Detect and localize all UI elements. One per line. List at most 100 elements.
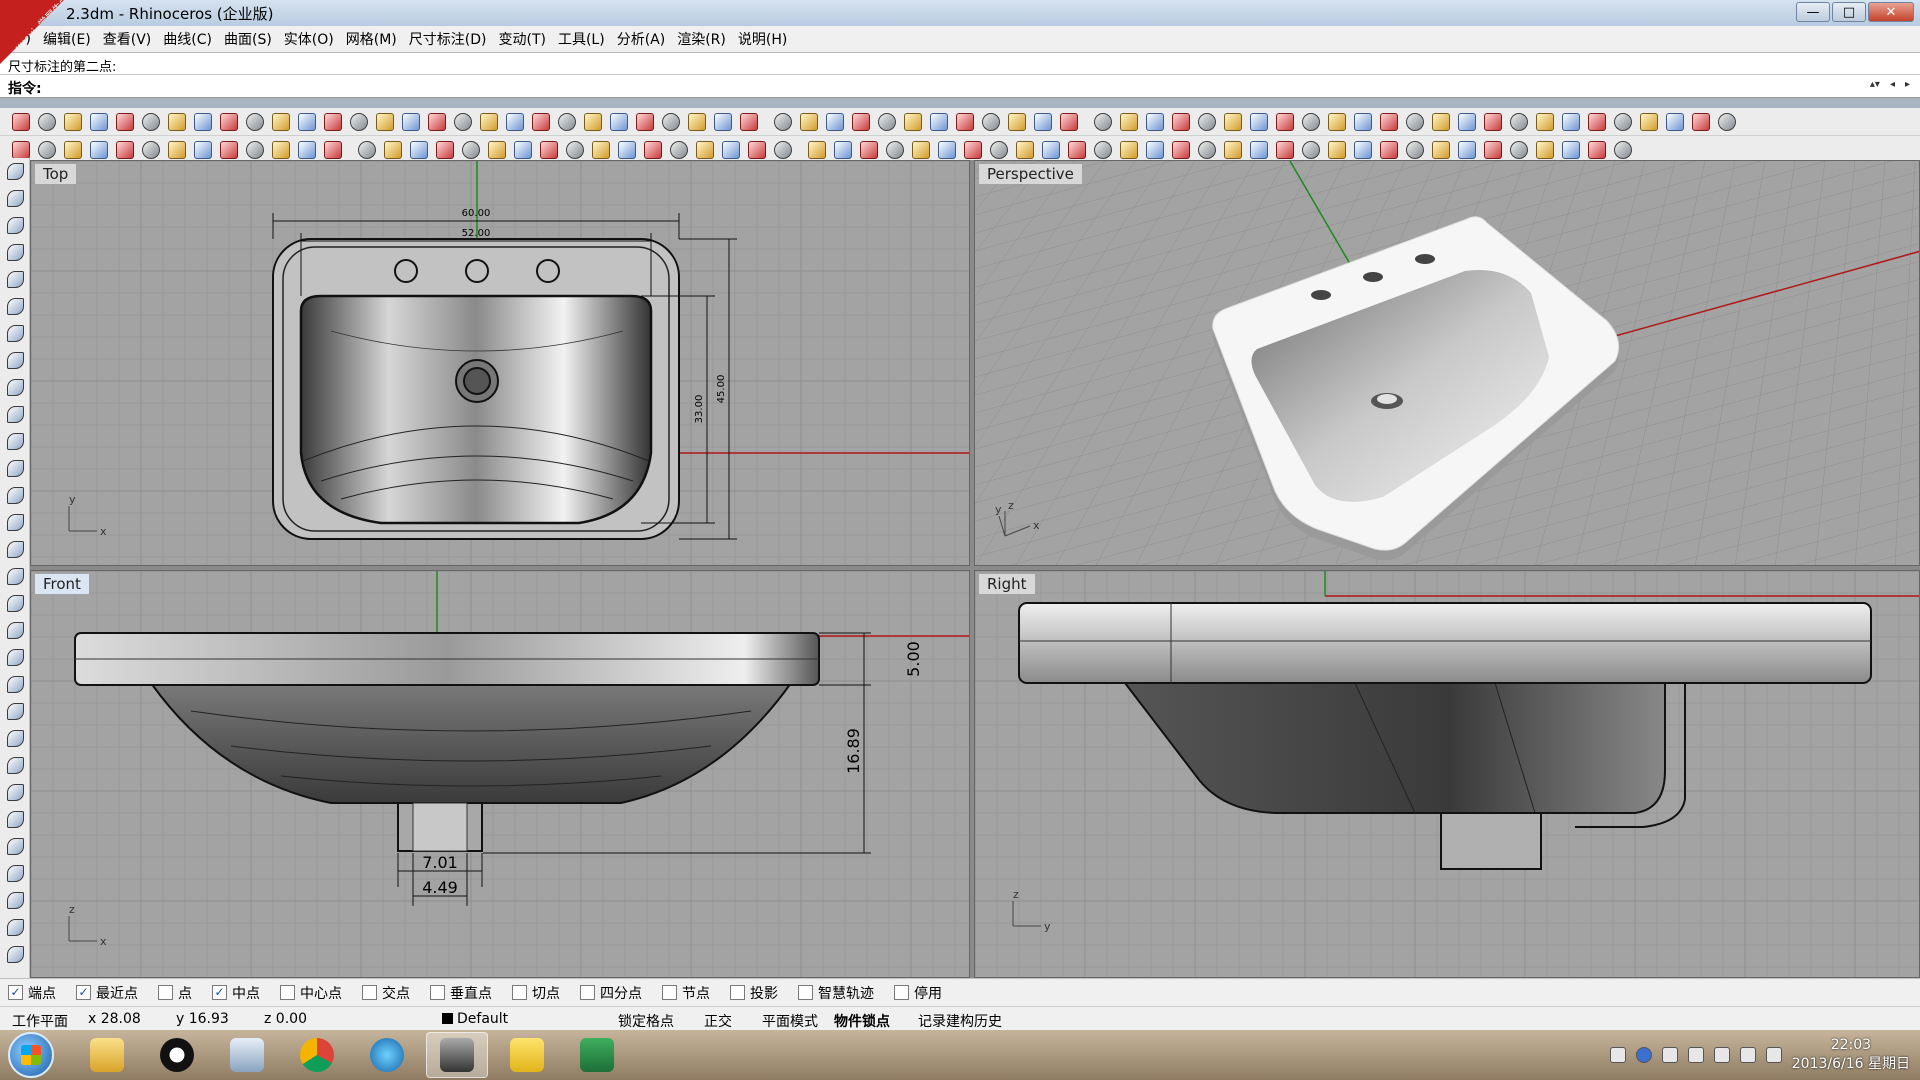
standard-tool-38-icon[interactable] xyxy=(978,110,1004,134)
menu-curve[interactable]: 曲线(C) xyxy=(157,29,218,49)
standard-tool-39-icon[interactable] xyxy=(1004,110,1030,134)
standard-tool-11-icon[interactable] xyxy=(268,110,294,134)
main-tool-47-icon[interactable] xyxy=(1220,138,1246,162)
checkbox-box[interactable] xyxy=(280,985,295,1000)
standard-tool-37-icon[interactable] xyxy=(952,110,978,134)
curve-tool-30-icon[interactable] xyxy=(0,941,30,968)
main-tool-5-icon[interactable] xyxy=(112,138,138,162)
standard-tool-10-icon[interactable] xyxy=(242,110,268,134)
main-tool-57-icon[interactable] xyxy=(1480,138,1506,162)
checkbox-box[interactable] xyxy=(662,985,677,1000)
keyboard-icon[interactable] xyxy=(1609,1047,1626,1063)
osnap-6-checkbox[interactable]: 交点 xyxy=(362,983,410,1003)
main-tool-45-icon[interactable] xyxy=(1168,138,1194,162)
menu-tools[interactable]: 工具(L) xyxy=(552,29,611,49)
curve-tool-1-icon[interactable] xyxy=(0,158,30,185)
main-tool-30-icon[interactable] xyxy=(770,138,796,162)
curve-tool-20-icon[interactable] xyxy=(0,671,30,698)
close-button[interactable]: ✕ xyxy=(1868,2,1914,22)
main-tool-13-icon[interactable] xyxy=(320,138,346,162)
checkbox-box[interactable] xyxy=(580,985,595,1000)
standard-tool-12-icon[interactable] xyxy=(294,110,320,134)
standard-tool-44-icon[interactable] xyxy=(1142,110,1168,134)
main-tool-2-icon[interactable] xyxy=(34,138,60,162)
menu-render[interactable]: 渲染(R) xyxy=(671,29,732,49)
standard-tool-35-icon[interactable] xyxy=(900,110,926,134)
main-tool-48-icon[interactable] xyxy=(1246,138,1272,162)
curve-tool-18-icon[interactable] xyxy=(0,617,30,644)
taskbar-excel[interactable] xyxy=(566,1032,628,1078)
standard-tool-13-icon[interactable] xyxy=(320,110,346,134)
main-tool-6-icon[interactable] xyxy=(138,138,164,162)
curve-tool-24-icon[interactable] xyxy=(0,779,30,806)
osnap-4-checkbox[interactable]: 中点 xyxy=(212,983,260,1003)
standard-tool-52-icon[interactable] xyxy=(1350,110,1376,134)
main-tool-11-icon[interactable] xyxy=(268,138,294,162)
taskbar-calculator[interactable] xyxy=(216,1032,278,1078)
command-line[interactable]: 指令: ▴▾ ◂ ▸ xyxy=(0,74,1920,98)
curve-tool-29-icon[interactable] xyxy=(0,914,30,941)
standard-tool-17-icon[interactable] xyxy=(424,110,450,134)
standard-tool-20-icon[interactable] xyxy=(502,110,528,134)
main-tool-20-icon[interactable] xyxy=(510,138,536,162)
standard-tool-49-icon[interactable] xyxy=(1272,110,1298,134)
curve-tool-11-icon[interactable] xyxy=(0,428,30,455)
osnap-toggle[interactable]: 物件锁点 xyxy=(834,1011,890,1031)
main-tool-14-icon[interactable] xyxy=(354,138,380,162)
osnap-9-checkbox[interactable]: 四分点 xyxy=(580,983,642,1003)
main-tool-18-icon[interactable] xyxy=(458,138,484,162)
main-tool-19-icon[interactable] xyxy=(484,138,510,162)
main-tool-16-icon[interactable] xyxy=(406,138,432,162)
standard-tool-60-icon[interactable] xyxy=(1558,110,1584,134)
standard-tool-2-icon[interactable] xyxy=(34,110,60,134)
standard-tool-48-icon[interactable] xyxy=(1246,110,1272,134)
viewport-title-right[interactable]: Right xyxy=(979,574,1035,594)
menu-surface[interactable]: 曲面(S) xyxy=(218,29,278,49)
osnap-11-checkbox[interactable]: 投影 xyxy=(730,983,778,1003)
help-icon[interactable] xyxy=(1635,1047,1652,1063)
standard-tool-6-icon[interactable] xyxy=(138,110,164,134)
main-tool-28-icon[interactable] xyxy=(718,138,744,162)
standard-tool-19-icon[interactable] xyxy=(476,110,502,134)
main-tool-53-icon[interactable] xyxy=(1376,138,1402,162)
volume-icon[interactable] xyxy=(1765,1047,1782,1063)
curve-tool-15-icon[interactable] xyxy=(0,536,30,563)
main-tool-50-icon[interactable] xyxy=(1298,138,1324,162)
main-tool-23-icon[interactable] xyxy=(588,138,614,162)
taskbar-ie[interactable] xyxy=(356,1032,418,1078)
standard-tool-7-icon[interactable] xyxy=(164,110,190,134)
curve-tool-26-icon[interactable] xyxy=(0,833,30,860)
checkbox-box[interactable] xyxy=(76,985,91,1000)
main-tool-12-icon[interactable] xyxy=(294,138,320,162)
standard-tool-32-icon[interactable] xyxy=(822,110,848,134)
osnap-2-checkbox[interactable]: 最近点 xyxy=(76,983,138,1003)
curve-tool-21-icon[interactable] xyxy=(0,698,30,725)
curve-tool-17-icon[interactable] xyxy=(0,590,30,617)
main-tool-46-icon[interactable] xyxy=(1194,138,1220,162)
checkbox-box[interactable] xyxy=(894,985,909,1000)
main-tool-4-icon[interactable] xyxy=(86,138,112,162)
main-tool-41-icon[interactable] xyxy=(1064,138,1090,162)
standard-tool-21-icon[interactable] xyxy=(528,110,554,134)
main-tool-27-icon[interactable] xyxy=(692,138,718,162)
taskbar-notes[interactable] xyxy=(496,1032,558,1078)
standard-tool-62-icon[interactable] xyxy=(1610,110,1636,134)
standard-tool-8-icon[interactable] xyxy=(190,110,216,134)
main-tool-35-icon[interactable] xyxy=(908,138,934,162)
tray-arrow-icon[interactable] xyxy=(1661,1047,1678,1063)
viewport-title-top[interactable]: Top xyxy=(35,164,77,184)
osnap-8-checkbox[interactable]: 切点 xyxy=(512,983,560,1003)
curve-tool-3-icon[interactable] xyxy=(0,212,30,239)
standard-tool-5-icon[interactable] xyxy=(112,110,138,134)
viewport-right[interactable]: Right z y xyxy=(974,570,1920,978)
checkbox-box[interactable] xyxy=(212,985,227,1000)
standard-tool-58-icon[interactable] xyxy=(1506,110,1532,134)
standard-tool-4-icon[interactable] xyxy=(86,110,112,134)
standard-tool-47-icon[interactable] xyxy=(1220,110,1246,134)
command-next-icon[interactable]: ▸ xyxy=(1905,79,1910,90)
main-tool-37-icon[interactable] xyxy=(960,138,986,162)
osnap-7-checkbox[interactable]: 垂直点 xyxy=(430,983,492,1003)
menu-edit[interactable]: 编辑(E) xyxy=(37,29,97,49)
standard-tool-66-icon[interactable] xyxy=(1714,110,1740,134)
osnap-3-checkbox[interactable]: 点 xyxy=(158,983,192,1003)
